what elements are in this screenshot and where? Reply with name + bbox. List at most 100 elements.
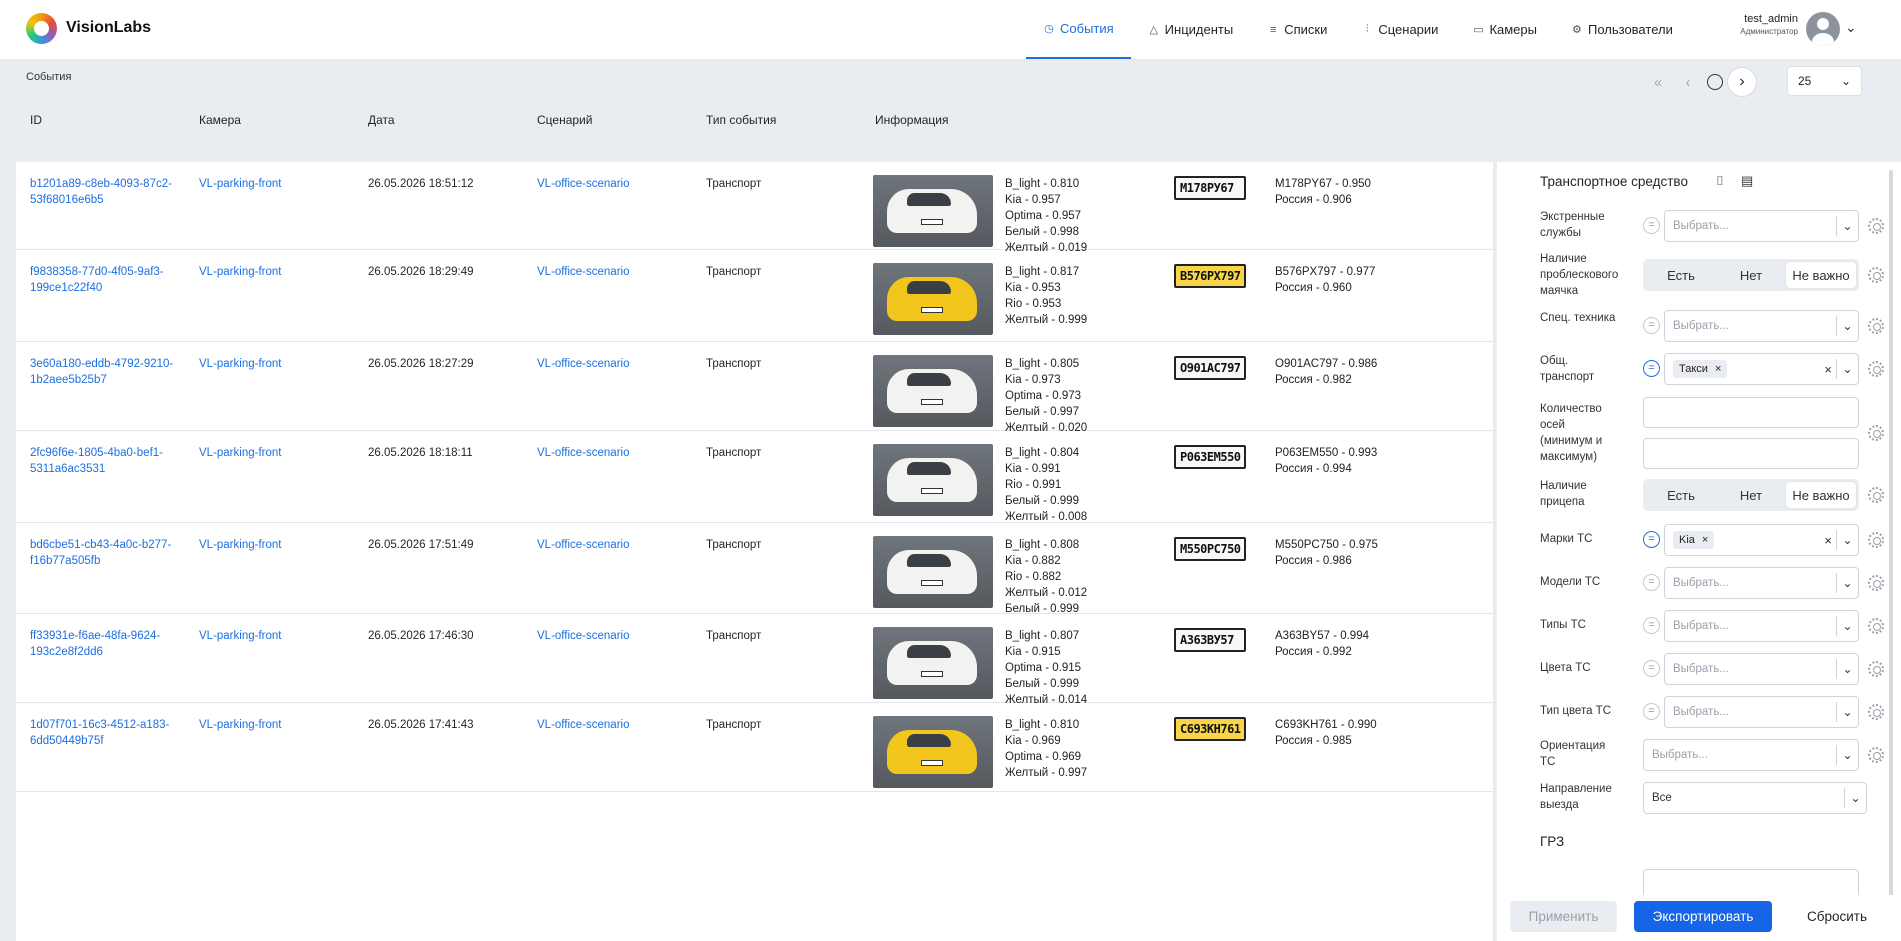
license-plate-image[interactable]: В576РХ797 [1174,264,1246,288]
event-id-link[interactable]: 3e60a180-eddb-4792-9210-1b2aee5b25b7 [30,356,180,388]
license-plate-image[interactable]: Р063ЕМ550 [1174,445,1246,469]
gear-icon[interactable] [1868,318,1884,334]
vehicle-thumbnail[interactable] [873,716,993,788]
gear-icon[interactable] [1868,361,1884,377]
public-transport-select[interactable]: Такси × × ⌄ [1664,353,1859,385]
column-header-camera[interactable]: Камера [199,113,241,127]
camera-link[interactable]: VL-parking-front [199,356,281,372]
nav-item-0[interactable]: ◷ События [1026,0,1131,59]
colors-select[interactable]: Выбрать... ⌄ [1664,653,1859,685]
panel-scrollbar[interactable] [1889,170,1893,900]
axles-max-input[interactable] [1643,438,1859,469]
equals-toggle-icon[interactable]: = [1643,660,1660,677]
column-header-date[interactable]: Дата [368,113,395,127]
camera-link[interactable]: VL-parking-front [199,717,281,733]
scenario-link[interactable]: VL-office-scenario [537,445,629,461]
clear-icon[interactable]: × [1824,362,1832,377]
trailer-yes-option[interactable]: Есть [1646,482,1716,508]
gear-icon[interactable] [1868,661,1884,677]
column-header-id[interactable]: ID [30,113,42,127]
table-row[interactable]: f9838358-77d0-4f05-9af3-199ce1c22f40 VL-p… [16,250,1493,342]
gear-icon[interactable] [1868,532,1884,548]
equals-toggle-icon[interactable]: = [1643,703,1660,720]
equals-toggle-icon[interactable]: = [1643,617,1660,634]
table-row[interactable]: 2fc96f6e-1805-4ba0-bef1-5311a6ac3531 VL-p… [16,431,1493,523]
emergency-select[interactable]: Выбрать... ⌄ [1664,210,1859,242]
vehicle-thumbnail[interactable] [873,355,993,427]
remove-chip-icon[interactable]: × [1702,534,1708,546]
event-id-link[interactable]: 2fc96f6e-1805-4ba0-bef1-5311a6ac3531 [30,445,180,477]
scenario-link[interactable]: VL-office-scenario [537,176,629,192]
table-row[interactable]: ff33931e-f6ae-48fa-9624-193c2e8f2dd6 VL-p… [16,614,1493,706]
nav-item-5[interactable]: ⚙ Пользователи [1554,0,1690,59]
beacon-no-option[interactable]: Нет [1716,262,1786,288]
scenario-link[interactable]: VL-office-scenario [537,717,629,733]
license-plate-image[interactable]: О901АС797 [1174,356,1246,380]
gear-icon[interactable] [1868,618,1884,634]
document-icon[interactable]: ▤ [1741,173,1753,189]
per-page-select[interactable]: 25 ⌄ [1787,66,1862,96]
gear-icon[interactable] [1868,747,1884,763]
types-select[interactable]: Выбрать... ⌄ [1664,610,1859,642]
column-header-event-type[interactable]: Тип события [706,113,776,127]
event-id-link[interactable]: f9838358-77d0-4f05-9af3-199ce1c22f40 [30,264,180,296]
camera-link[interactable]: VL-parking-front [199,537,281,553]
first-page-icon[interactable]: « [1643,67,1673,97]
nav-item-2[interactable]: ≡ Списки [1250,0,1344,59]
vehicle-thumbnail[interactable] [873,175,993,247]
models-select[interactable]: Выбрать... ⌄ [1664,567,1859,599]
license-plate-image[interactable]: М178РУ67 [1174,176,1246,200]
table-row[interactable]: 1d07f701-16c3-4512-a183-6dd50449b75f VL-p… [16,703,1493,792]
user-info[interactable]: test_admin Администратор [1730,13,1798,36]
export-button[interactable]: Экспортировать [1634,901,1772,932]
direction-select[interactable]: Все ⌄ [1643,782,1867,814]
gear-icon[interactable] [1868,425,1884,441]
equals-toggle-icon[interactable]: = [1643,317,1660,334]
vehicle-thumbnail[interactable] [873,263,993,335]
table-row[interactable]: b1201a89-c8eb-4093-87c2-53f68016e6b5 VL-p… [16,162,1493,254]
camera-link[interactable]: VL-parking-front [199,264,281,280]
vehicle-thumbnail[interactable] [873,536,993,608]
camera-link[interactable]: VL-parking-front [199,628,281,644]
special-vehicle-select[interactable]: Выбрать... ⌄ [1664,310,1859,342]
nav-item-3[interactable]: ⫶ Сценарии [1344,0,1455,59]
license-plate-image[interactable]: А363ВУ57 [1174,628,1246,652]
beacon-any-option[interactable]: Не важно [1786,262,1856,288]
camera-link[interactable]: VL-parking-front [199,445,281,461]
reset-button[interactable]: Сбросить [1782,901,1892,932]
table-row[interactable]: 3e60a180-eddb-4792-9210-1b2aee5b25b7 VL-p… [16,342,1493,434]
gear-icon[interactable] [1868,267,1884,283]
scenario-link[interactable]: VL-office-scenario [537,628,629,644]
camera-link[interactable]: VL-parking-front [199,176,281,192]
event-id-link[interactable]: bd6cbe51-cb43-4a0c-b277-f16b77a505fb [30,537,180,569]
equals-toggle-icon[interactable]: = [1643,574,1660,591]
axles-min-input[interactable] [1643,397,1859,428]
clear-icon[interactable]: × [1824,533,1832,548]
gear-icon[interactable] [1868,704,1884,720]
next-page-icon[interactable]: › [1727,67,1757,97]
gear-icon[interactable] [1868,487,1884,503]
equals-toggle-icon[interactable]: = [1643,360,1660,377]
column-header-scenario[interactable]: Сценарий [537,113,592,127]
vehicle-thumbnail[interactable] [873,627,993,699]
nav-item-4[interactable]: ▭ Камеры [1455,0,1554,59]
avatar[interactable] [1806,12,1840,46]
apply-button[interactable]: Применить [1510,901,1617,932]
nav-item-1[interactable]: △ Инциденты [1131,0,1251,59]
trailer-no-option[interactable]: Нет [1716,482,1786,508]
scenario-link[interactable]: VL-office-scenario [537,537,629,553]
event-id-link[interactable]: 1d07f701-16c3-4512-a183-6dd50449b75f [30,717,180,749]
license-plate-image[interactable]: М550РС750 [1174,537,1246,561]
license-plate-image[interactable]: С693КН761 [1174,717,1246,741]
scenario-link[interactable]: VL-office-scenario [537,356,629,372]
remove-chip-icon[interactable]: × [1715,363,1721,375]
camera-icon[interactable]: ⌷ [1716,173,1724,189]
gear-icon[interactable] [1868,218,1884,234]
vehicle-thumbnail[interactable] [873,444,993,516]
prev-page-icon[interactable]: ‹ [1673,67,1703,97]
trailer-any-option[interactable]: Не важно [1786,482,1856,508]
chevron-down-icon[interactable]: ⌄ [1845,19,1857,36]
gear-icon[interactable] [1868,575,1884,591]
scenario-link[interactable]: VL-office-scenario [537,264,629,280]
color-type-select[interactable]: Выбрать... ⌄ [1664,696,1859,728]
